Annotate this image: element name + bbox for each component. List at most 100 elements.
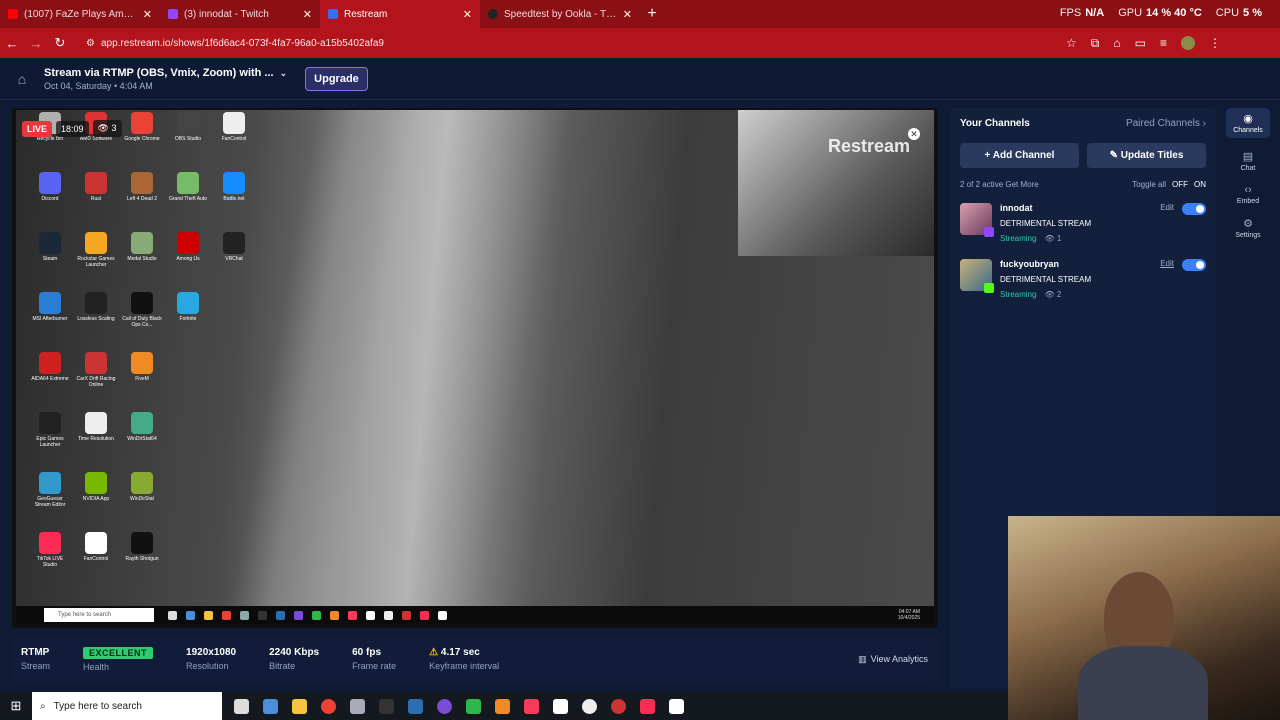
close-icon[interactable]: ✕: [463, 8, 472, 21]
eye-icon: 👁: [1044, 290, 1055, 299]
add-channel-label: Add Channel: [992, 150, 1055, 161]
music-icon[interactable]: [524, 698, 539, 714]
add-channel-button[interactable]: + Add Channel: [960, 143, 1079, 168]
sidebar-item-settings[interactable]: ⚙ Settings: [1226, 217, 1270, 239]
stat-label: Frame rate: [352, 661, 397, 671]
desktop-icon: FanControl: [76, 532, 116, 568]
edit-channel-link[interactable]: Edit: [1160, 259, 1174, 268]
windows-start-icon[interactable]: ⊞: [0, 698, 32, 714]
profile-avatar[interactable]: [1180, 35, 1195, 50]
cast-icon[interactable]: ▭: [1135, 36, 1146, 51]
desktop-icon-label: Rust: [90, 196, 102, 202]
channel-viewers: 1: [1056, 234, 1062, 243]
edit-channel-link[interactable]: Edit: [1160, 203, 1174, 212]
sidebar-item-chat[interactable]: ▤ Chat: [1226, 150, 1270, 172]
taskbar-search-placeholder: Type here to search: [53, 700, 142, 712]
close-icon[interactable]: ✕: [143, 8, 152, 21]
chrome-icon[interactable]: [321, 698, 336, 714]
app-icon: [131, 352, 153, 374]
back-arrow-icon[interactable]: ←: [0, 36, 24, 51]
gpu-value: 14 % 40 °C: [1146, 7, 1202, 19]
desktop-icon: WinDirStat: [122, 472, 162, 508]
sidebar-item-label: Settings: [1235, 232, 1261, 239]
tab-youtube[interactable]: (1007) FaZe Plays Among Us ✕: [0, 0, 160, 28]
gear-icon[interactable]: [234, 698, 249, 714]
app-icon: [366, 610, 375, 620]
app-icon: [39, 232, 61, 254]
url-text: app.restream.io/shows/1f6d6ac4-073f-4fa7…: [100, 37, 384, 49]
paired-label: Paired Channels: [1125, 118, 1200, 129]
taskbar-search-input[interactable]: ⌕ Type here to search: [32, 692, 222, 720]
folder-icon[interactable]: [292, 698, 307, 714]
tab-restream[interactable]: Restream ✕: [320, 0, 480, 28]
home-icon[interactable]: ⌂: [0, 71, 44, 87]
app-icon: [131, 232, 153, 254]
channel-toggle[interactable]: [1182, 203, 1206, 215]
xbox-icon[interactable]: [466, 698, 481, 714]
new-tab-button[interactable]: +: [640, 5, 664, 23]
reload-icon[interactable]: ↻: [48, 35, 72, 51]
app-icon[interactable]: [263, 698, 278, 714]
close-icon[interactable]: ✕: [908, 128, 920, 140]
tab-speedtest[interactable]: Speedtest by Ookla - The Glob ✕: [480, 0, 640, 28]
desktop-icon: FiveM: [122, 352, 162, 388]
close-icon[interactable]: ✕: [303, 8, 312, 21]
toggle-all-on[interactable]: ON: [1194, 180, 1206, 189]
app-icon[interactable]: [350, 698, 365, 714]
address-bar: ← → ↻ ⚙ app.restream.io/shows/1f6d6ac4-0…: [0, 28, 1280, 58]
desktop-icon-label: Discord: [41, 196, 59, 202]
site-info-icon[interactable]: ⚙: [86, 38, 95, 49]
channel-toggle[interactable]: [1182, 259, 1206, 271]
desktop-icon: NVIDIA App: [76, 472, 116, 508]
app-icon: [85, 172, 107, 194]
desktop-icon-label: Lossless Scaling: [77, 316, 115, 322]
media-icon[interactable]: ≡: [1160, 36, 1167, 51]
app-icon: [85, 472, 107, 494]
steam-icon[interactable]: [408, 698, 423, 714]
app-icon[interactable]: [495, 698, 510, 714]
clock-icon[interactable]: [582, 698, 597, 714]
stat-label: Bitrate: [269, 661, 296, 671]
upgrade-button[interactable]: Upgrade: [305, 66, 368, 91]
chrome-icon: [222, 610, 231, 620]
analytics-label: View Analytics: [870, 654, 928, 664]
paired-channels-link[interactable]: Paired Channels ›: [1126, 118, 1206, 129]
desktop-icon: Steam: [30, 232, 70, 268]
chevron-down-icon[interactable]: ⌄: [280, 68, 288, 78]
update-titles-label: Update Titles: [1120, 150, 1184, 161]
toggle-all-off[interactable]: OFF: [1172, 180, 1188, 189]
app-icon[interactable]: [611, 698, 626, 714]
update-titles-button[interactable]: ✎ Update Titles: [1087, 143, 1206, 168]
chat-icon: ▤: [1242, 151, 1254, 163]
sidebar-item-channels[interactable]: ◉ Channels: [1226, 108, 1270, 138]
tiktok-icon[interactable]: [640, 698, 655, 714]
preview-search: Type here to search: [44, 608, 154, 622]
desktop-icon-label: AMD Software: [79, 136, 113, 142]
windows-taskbar: ⊞ ⌕ Type here to search: [0, 692, 1008, 720]
forward-arrow-icon[interactable]: →: [24, 36, 48, 51]
obs-icon[interactable]: [437, 698, 452, 714]
extensions-icon[interactable]: ⧉: [1091, 36, 1100, 51]
fan-icon[interactable]: [669, 698, 684, 714]
tab-twitch[interactable]: (3) innodat - Twitch ✕: [160, 0, 320, 28]
stream-preview: Recycle Bin AMD Software Google Chrome OBS …: [12, 108, 938, 628]
menu-kebab-icon[interactable]: ⋮: [1209, 36, 1221, 51]
url-field[interactable]: ⚙ app.restream.io/shows/1f6d6ac4-073f-4f…: [86, 38, 1066, 49]
get-more-link[interactable]: Get More: [1005, 180, 1038, 189]
view-analytics-link[interactable]: ▥ View Analytics: [858, 654, 928, 665]
epic-icon[interactable]: [379, 698, 394, 714]
fan-icon[interactable]: [553, 698, 568, 714]
eye-icon: 👁: [97, 123, 109, 133]
bookmark-star-icon[interactable]: ☆: [1066, 36, 1077, 51]
stream-title-box[interactable]: Stream via RTMP (OBS, Vmix, Zoom) with .…: [44, 67, 287, 91]
desktop-icon-label: Medal Studio: [127, 256, 157, 262]
extension-icon[interactable]: ⌂: [1113, 36, 1120, 51]
close-icon[interactable]: ✕: [623, 8, 632, 21]
channel-title: DETRIMENTAL STREAM: [1000, 219, 1092, 228]
stat-framerate: 60 fps Frame rate: [352, 647, 396, 671]
app-icon: [131, 472, 153, 494]
twitch-icon: [984, 227, 994, 237]
sidebar-item-embed[interactable]: ‹› Embed: [1226, 184, 1270, 205]
eye-icon: 👁: [1044, 234, 1055, 243]
desktop-icon: Fortnite: [168, 292, 208, 328]
